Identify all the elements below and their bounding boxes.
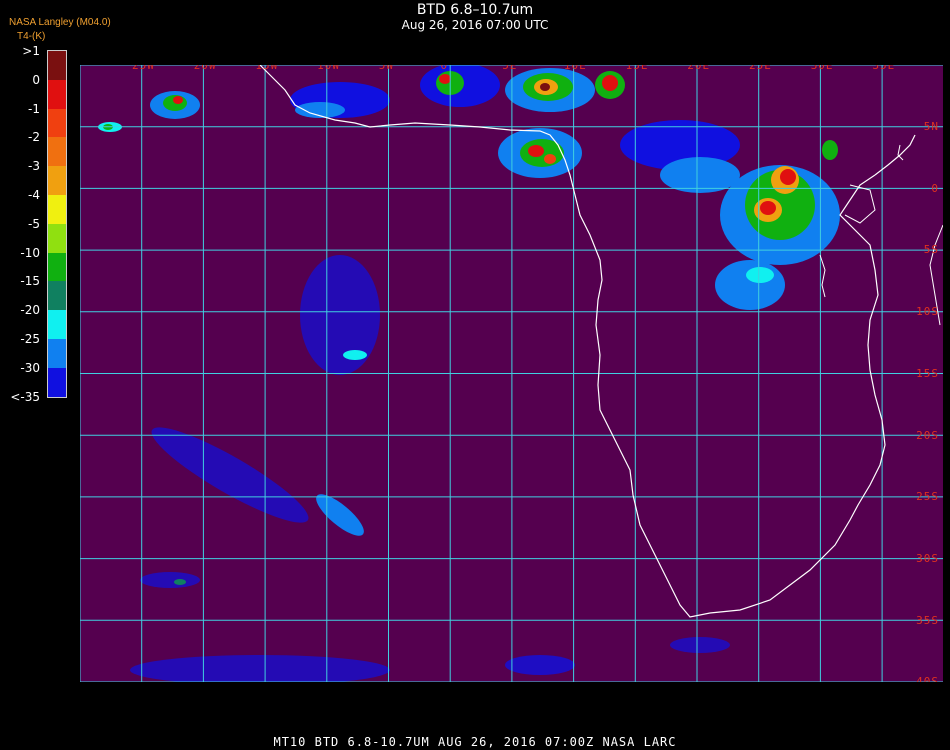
- legend-swatch: [48, 79, 66, 109]
- latitude-label: 0: [931, 181, 939, 195]
- legend-swatch: [48, 51, 66, 80]
- legend-swatch: [48, 108, 66, 138]
- units-label: T4-(K): [17, 31, 46, 42]
- map-title: BTD 6.8–10.7um: [416, 2, 534, 18]
- credit-label: NASA Langley (M04.0): [9, 17, 111, 28]
- longitude-label: 25E: [749, 65, 772, 72]
- latitude-label: 40S: [916, 675, 939, 682]
- longitude-label: 20E: [687, 65, 711, 72]
- legend-swatch: [48, 166, 66, 195]
- latitude-label: 35S: [916, 613, 939, 627]
- legend-tick-label: -3: [28, 159, 40, 174]
- longitude-label: 5W: [378, 65, 395, 72]
- color-bar: [47, 50, 67, 398]
- legend-swatch: [48, 338, 66, 368]
- longitude-label: 25W: [132, 65, 155, 72]
- legend-tick-label: -15: [20, 274, 40, 289]
- lat-lon-grid: [80, 65, 943, 682]
- legend-swatch: [48, 310, 66, 339]
- latitude-label: 25S: [916, 490, 939, 504]
- legend-tick-label: -1: [28, 101, 40, 116]
- longitude-label: 30E: [810, 65, 834, 72]
- legend-tick-label: >1: [22, 44, 40, 58]
- legend-tick-label: -30: [20, 360, 40, 375]
- legend-tick-label: -4: [28, 188, 40, 202]
- latitude-label: 10S: [916, 305, 939, 319]
- map-datetime: Aug 26, 2016 07:00 UTC: [401, 18, 549, 32]
- legend-tick-label: -5: [28, 216, 40, 231]
- longitude-label: 15E: [625, 65, 649, 72]
- latitude-label: 20S: [916, 428, 939, 442]
- legend-swatch: [48, 137, 66, 167]
- legend-swatch: [48, 223, 66, 253]
- legend-tick-label: -10: [20, 245, 40, 260]
- latitude-label: 30S: [916, 551, 939, 565]
- legend-tick-label: 0: [32, 72, 40, 87]
- legend-tick-label: <-35: [10, 389, 40, 404]
- latitude-label: 5N: [923, 120, 939, 133]
- longitude-label: 5E: [502, 65, 518, 72]
- legend-swatch: [48, 281, 66, 311]
- legend-tick-label: -20: [20, 303, 40, 318]
- legend-swatch: [48, 252, 66, 282]
- longitude-label: 35E: [872, 65, 896, 72]
- longitude-label: 20W: [193, 65, 217, 72]
- map-canvas: [80, 65, 943, 682]
- latitude-label: 5S: [923, 243, 939, 257]
- footer-caption: MT10 BTD 6.8-10.7UM AUG 26, 2016 07:00Z …: [273, 735, 677, 749]
- longitude-label: 15W: [255, 65, 279, 72]
- legend-swatch: [48, 367, 66, 397]
- longitude-label: 10E: [563, 65, 587, 72]
- legend-tick-label: -2: [28, 130, 40, 145]
- legend-tick-label: -25: [20, 332, 40, 346]
- satellite-map: 25W 20W 15W 10W 5W 0 5E 10E 15E 20E 25E 30E 35E 5N 0 5…: [80, 65, 943, 682]
- longitude-label: 0: [440, 65, 449, 72]
- longitude-label: 10W: [317, 65, 340, 72]
- latitude-label: 15S: [916, 366, 939, 380]
- legend-swatch: [48, 194, 66, 224]
- color-legend: >1 0 -1 -2 -3 -4 -5 -10 -15 -20 -25 -30 <-35: [0, 44, 80, 404]
